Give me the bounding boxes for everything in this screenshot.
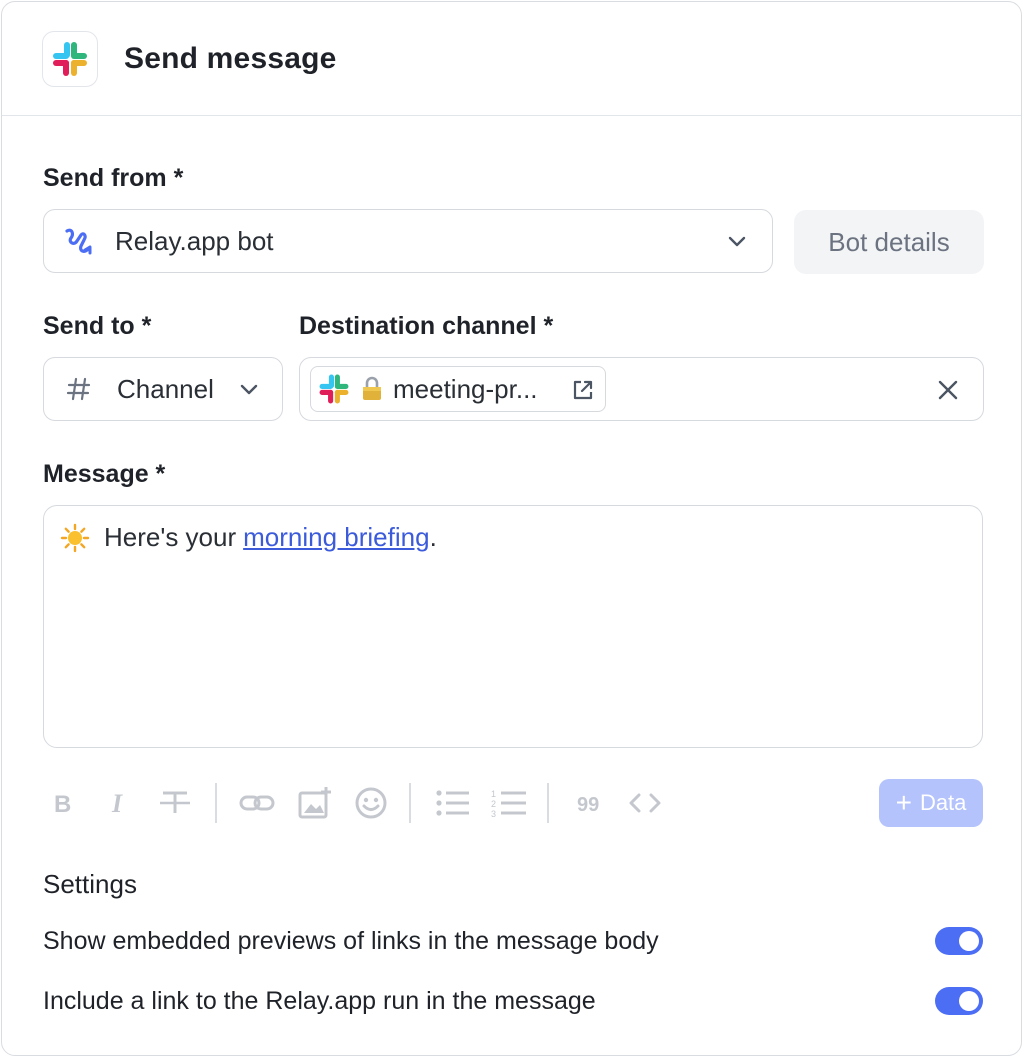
send-to-label: Send to * (43, 312, 152, 340)
plus-icon: + (895, 787, 912, 818)
svg-text:I: I (111, 791, 123, 815)
link-previews-toggle[interactable] (935, 927, 983, 955)
strikethrough-icon[interactable] (155, 779, 195, 827)
svg-text:2: 2 (491, 799, 496, 809)
emoji-icon[interactable] (349, 779, 393, 827)
svg-text:B: B (54, 791, 71, 815)
panel-header: Send message (2, 2, 1021, 116)
slack-icon (42, 30, 98, 87)
relay-icon (62, 224, 96, 258)
send-message-panel: Send message Send from * Relay.app bot B… (1, 1, 1022, 1056)
slack-icon (317, 372, 351, 406)
svg-text:1: 1 (491, 789, 496, 799)
toolbar-divider (547, 783, 549, 823)
svg-text:3: 3 (491, 809, 496, 818)
send-to-select[interactable]: Channel (43, 357, 283, 421)
italic-icon[interactable]: I (99, 779, 139, 827)
bot-details-button[interactable]: Bot details (794, 210, 984, 274)
bold-icon[interactable]: B (43, 779, 83, 827)
morning-briefing-link[interactable]: morning briefing (243, 522, 429, 553)
toolbar-divider (409, 783, 411, 823)
settings-title: Settings (43, 869, 137, 899)
quote-icon[interactable]: 99 (567, 779, 611, 827)
chevron-down-icon (238, 379, 260, 401)
send-from-select[interactable]: Relay.app bot (43, 209, 773, 273)
link-icon[interactable] (235, 779, 279, 827)
message-text-before: Here's your (104, 522, 237, 552)
toggle-knob (959, 931, 979, 951)
send-from-value: Relay.app bot (115, 225, 274, 256)
add-data-label: Data (919, 790, 967, 815)
numbered-list-icon[interactable]: 1 2 3 (487, 779, 531, 827)
toolbar-divider (215, 783, 217, 823)
code-icon[interactable] (623, 779, 667, 827)
external-link-icon[interactable] (571, 378, 595, 402)
add-data-button[interactable]: + Data (879, 779, 983, 827)
channel-name: meeting-pr... (393, 373, 538, 404)
message-text-after: . (429, 522, 437, 552)
send-from-label: Send from * (43, 164, 184, 192)
message-editor[interactable]: Here's your morning briefing . (43, 505, 983, 748)
message-line: Here's your morning briefing . (60, 522, 437, 553)
message-label: Message * (43, 460, 166, 488)
close-icon[interactable] (937, 379, 959, 401)
formatting-toolbar: B I 1 2 3 99 (43, 779, 983, 827)
bullet-list-icon[interactable] (431, 779, 475, 827)
setting-link-previews-label: Show embedded previews of links in the m… (43, 927, 659, 955)
toggle-knob (959, 991, 979, 1011)
run-link-toggle[interactable] (935, 987, 983, 1015)
channel-chip[interactable]: meeting-pr... (310, 366, 606, 412)
sun-emoji (60, 523, 90, 553)
destination-channel-field[interactable]: meeting-pr... (299, 357, 984, 421)
send-to-value: Channel (117, 373, 214, 404)
chevron-down-icon (726, 231, 748, 253)
svg-text:99: 99 (577, 794, 599, 815)
hash-icon (66, 376, 92, 402)
lock-icon (361, 376, 383, 402)
add-image-icon[interactable] (293, 779, 337, 827)
destination-channel-label: Destination channel * (299, 312, 554, 340)
setting-run-link-label: Include a link to the Relay.app run in t… (43, 987, 596, 1015)
page-title: Send message (124, 41, 337, 75)
